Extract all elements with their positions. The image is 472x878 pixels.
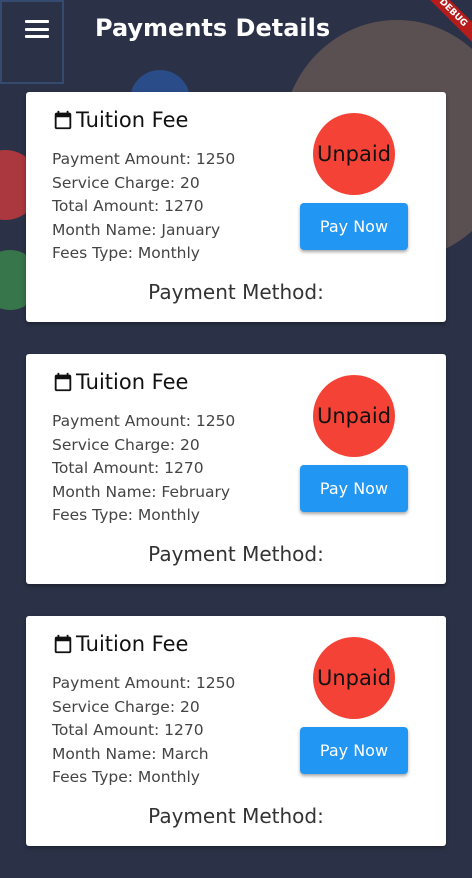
payments-list: Tuition Fee Payment Amount: 1250 Service… (26, 92, 446, 878)
fees-type: Fees Type: Monthly (52, 506, 200, 524)
payment-card: Tuition Fee Payment Amount: 1250 Service… (26, 92, 446, 322)
service-charge: Service Charge: 20 (52, 435, 200, 454)
total-amount: Total Amount: 1270 (52, 459, 204, 477)
payment-card: Tuition Fee Payment Amount: 1250 Service… (26, 616, 446, 846)
page-title: Payments Details (95, 14, 331, 42)
fee-title: Tuition Fee (76, 632, 189, 656)
fee-title: Tuition Fee (76, 370, 189, 394)
month-name: Month Name: January (52, 220, 221, 239)
pay-now-button[interactable]: Pay Now (300, 203, 408, 250)
card-header: Tuition Fee (52, 370, 188, 394)
debug-banner: DEBUG (416, 0, 472, 50)
payment-method: Payment Method: (148, 542, 324, 566)
calendar-icon (52, 633, 74, 655)
month-name: Month Name: February (52, 482, 231, 501)
payment-info: Payment Amount: 1250 Service Charge: 20 … (52, 148, 235, 266)
calendar-icon (52, 371, 74, 393)
card-header: Tuition Fee (52, 108, 188, 132)
calendar-icon (52, 109, 74, 131)
fees-type: Fees Type: Monthly (52, 244, 200, 262)
payment-amount: Payment Amount: 1250 (52, 674, 236, 692)
total-amount: Total Amount: 1270 (52, 197, 204, 215)
pay-now-button[interactable]: Pay Now (300, 727, 408, 774)
service-charge: Service Charge: 20 (52, 697, 200, 716)
status-badge: Unpaid (313, 375, 395, 457)
menu-icon[interactable] (25, 20, 49, 38)
payment-method: Payment Method: (148, 804, 324, 828)
payment-info: Payment Amount: 1250 Service Charge: 20 … (52, 672, 235, 790)
payment-method: Payment Method: (148, 280, 324, 304)
pay-now-button[interactable]: Pay Now (300, 465, 408, 512)
card-header: Tuition Fee (52, 632, 188, 656)
month-name: Month Name: March (52, 744, 209, 763)
payment-amount: Payment Amount: 1250 (52, 412, 236, 430)
app-bar: Payments Details DEBUG (0, 0, 472, 58)
service-charge: Service Charge: 20 (52, 173, 200, 192)
payment-info: Payment Amount: 1250 Service Charge: 20 … (52, 410, 235, 528)
status-badge: Unpaid (313, 637, 395, 719)
payment-amount: Payment Amount: 1250 (52, 150, 236, 168)
payment-card: Tuition Fee Payment Amount: 1250 Service… (26, 354, 446, 584)
fees-type: Fees Type: Monthly (52, 768, 200, 786)
total-amount: Total Amount: 1270 (52, 721, 204, 739)
status-badge: Unpaid (313, 113, 395, 195)
fee-title: Tuition Fee (76, 108, 189, 132)
